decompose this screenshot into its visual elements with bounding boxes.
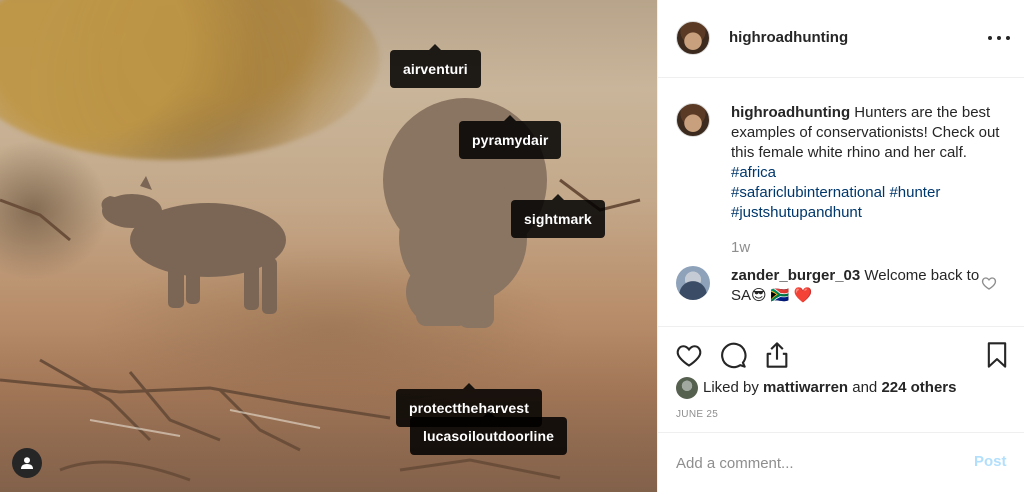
like-button[interactable] [675, 341, 703, 369]
photo-tag-pyramydair[interactable]: pyramydair [459, 115, 562, 159]
post-side-panel: highroadhunting highroadhunting Hunters … [657, 0, 1024, 492]
share-button[interactable] [763, 341, 791, 369]
more-options-icon [988, 36, 992, 40]
comment-input[interactable] [676, 451, 956, 475]
likes-count[interactable]: 224 others [881, 379, 956, 396]
post-actions: Liked by mattiwarren and 224 others JUNE… [658, 326, 1024, 432]
header-avatar[interactable] [676, 21, 710, 55]
comment-item: zander_burger_03 Welcome back to SA😎 🇿🇦 … [731, 266, 991, 306]
hashtag-hunter[interactable]: #hunter [889, 184, 940, 201]
post-photo[interactable]: airventuri pyramydair sightmark protectt… [0, 0, 657, 492]
heart-outline-icon [676, 345, 702, 367]
liked-by-avatar[interactable] [676, 377, 698, 399]
photo-tag-lucasoiloutdoorline[interactable]: lucasoiloutdoorline [410, 411, 568, 455]
save-button[interactable] [983, 341, 1011, 369]
comment-bubble-icon [721, 342, 747, 369]
share-icon [766, 342, 788, 368]
user-icon [21, 457, 33, 469]
hashtag-justshutupandhunt[interactable]: #justshutupandhunt [731, 204, 862, 221]
hashtag-safariclubinternational[interactable]: #safariclubinternational [731, 184, 885, 201]
hashtag-africa[interactable]: #africa [731, 164, 776, 181]
liked-by-user[interactable]: mattiwarren [763, 379, 848, 396]
post-date[interactable]: JUNE 25 [676, 409, 718, 420]
post-caption: highroadhunting Hunters are the best exa… [731, 103, 1011, 223]
photo-tag-sightmark[interactable]: sightmark [511, 194, 605, 238]
commenter-avatar[interactable] [676, 266, 710, 300]
photo-tag-airventuri[interactable]: airventuri [390, 44, 481, 88]
comment-username[interactable]: zander_burger_03 [731, 267, 860, 284]
comment-button[interactable] [719, 341, 747, 369]
caption-timestamp[interactable]: 1w [731, 239, 750, 256]
post-header: highroadhunting [658, 0, 1024, 78]
rhino-calf [101, 176, 286, 314]
heart-outline-icon [981, 277, 997, 290]
tagged-users-button[interactable] [12, 448, 42, 478]
header-username[interactable]: highroadhunting [729, 29, 848, 46]
post-comment-button[interactable]: Post [974, 453, 1007, 470]
more-options-button[interactable] [988, 28, 1010, 48]
comments-area: highroadhunting Hunters are the best exa… [658, 78, 1024, 326]
comment-like-button[interactable] [981, 275, 997, 291]
add-comment-bar: Post [658, 432, 1024, 492]
caption-username[interactable]: highroadhunting [731, 104, 850, 121]
caption-avatar[interactable] [676, 103, 710, 137]
liked-by-text: Liked by mattiwarren and 224 others [703, 379, 957, 396]
bookmark-icon [987, 342, 1007, 368]
